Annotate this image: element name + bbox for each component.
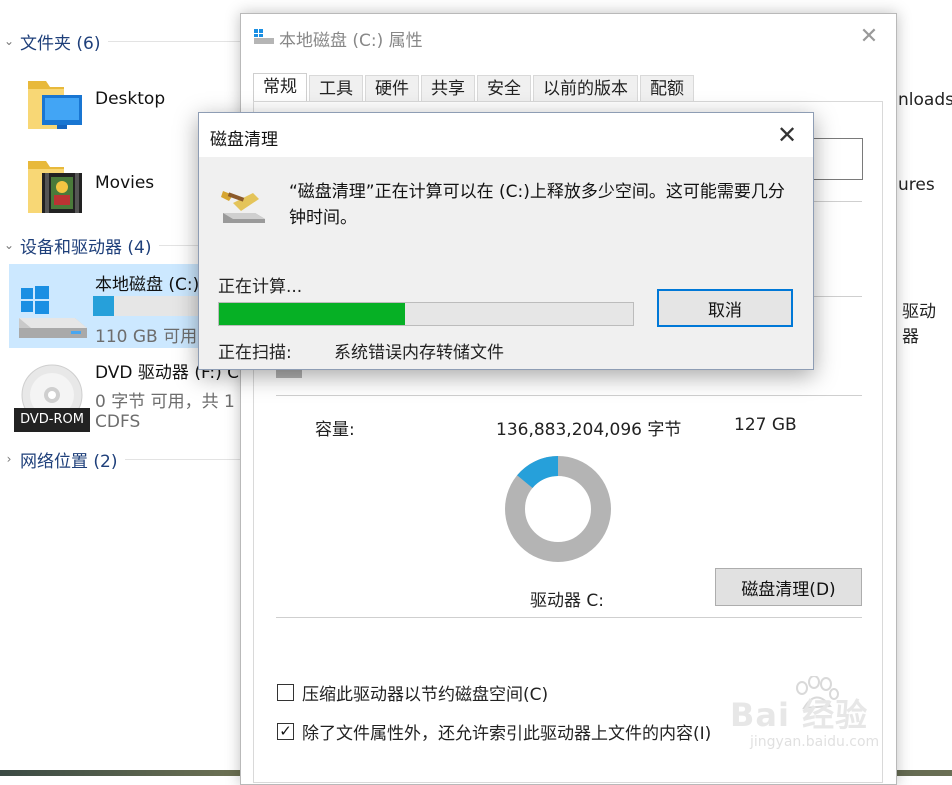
disk-cleanup-dialog: 磁盘清理 ✕ “磁盘清理”正在计算可以在 (C:)上释放多少空间。这可能需要几分… xyxy=(198,112,814,370)
scanning-label: 正在扫描: xyxy=(218,343,292,363)
disk-cleanup-icon xyxy=(221,191,265,223)
allow-index-label[interactable]: 除了文件属性外，还允许索引此驱动器上文件的内容(I) xyxy=(302,719,711,744)
dialog-message: “磁盘清理”正在计算可以在 (C:)上释放多少空间。这可能需要几分钟时间。 xyxy=(289,182,785,228)
watermark-text: Bai 经验 xyxy=(730,696,869,734)
tab-previous-versions[interactable]: 以前的版本 xyxy=(533,75,638,102)
tab-sharing[interactable]: 共享 xyxy=(421,75,475,102)
disk-usage-donut xyxy=(505,456,611,562)
tab-tools[interactable]: 工具 xyxy=(309,75,363,102)
capacity-bytes: 136,883,204,096 字节 xyxy=(496,420,682,440)
compress-drive-label[interactable]: 压缩此驱动器以节约磁盘空间(C) xyxy=(302,680,548,705)
drive-label-input[interactable] xyxy=(809,138,863,180)
group-label-network: 网络位置 (2) xyxy=(20,451,118,472)
partial-label-pictures: ures xyxy=(898,175,935,195)
scanning-item: 系统错误内存转储文件 xyxy=(334,343,504,363)
baidu-watermark: Bai 经验 jingyan.baidu.com xyxy=(730,676,945,756)
cleanup-progress-bar xyxy=(218,302,634,326)
disk-cleanup-button[interactable]: 磁盘清理(D) xyxy=(715,568,862,606)
drive-free-space: 110 GB 可用 xyxy=(95,327,198,347)
drive-filesystem: CDFS xyxy=(95,412,141,432)
progress-fill xyxy=(219,303,406,325)
chevron-down-icon[interactable]: ⌄ xyxy=(0,34,18,48)
movies-folder-icon xyxy=(28,161,82,213)
drive-usage-fill xyxy=(93,296,114,316)
chevron-right-icon[interactable]: › xyxy=(0,452,18,466)
watermark-url: jingyan.baidu.com xyxy=(750,734,880,750)
tab-general[interactable]: 常规 xyxy=(253,73,307,103)
group-divider xyxy=(125,458,240,460)
divider xyxy=(276,395,862,396)
drive-name: 本地磁盘 (C:) xyxy=(95,275,200,295)
partial-label-drive: 驱动器 xyxy=(902,302,936,347)
group-header-network[interactable]: › 网络位置 (2) xyxy=(0,447,240,472)
cancel-button[interactable]: 取消 xyxy=(657,289,793,327)
windows-drive-icon xyxy=(19,286,87,338)
compress-drive-checkbox[interactable] xyxy=(277,684,294,701)
folder-name: Movies xyxy=(95,173,155,193)
close-icon[interactable]: ✕ xyxy=(854,22,884,52)
dialog-titlebar: 磁盘清理 ✕ xyxy=(199,113,813,157)
capacity-label: 容量: xyxy=(315,420,355,440)
group-divider xyxy=(108,40,240,42)
tab-strip: 常规 工具 硬件 共享 安全 以前的版本 配额 xyxy=(253,73,696,103)
dvd-rom-badge: DVD-ROM xyxy=(14,408,90,432)
dialog-title: 磁盘清理 xyxy=(210,130,278,150)
group-header-folders[interactable]: ⌄ 文件夹 (6) xyxy=(0,29,240,54)
tab-hardware[interactable]: 硬件 xyxy=(365,75,419,102)
calculating-status: 正在计算... xyxy=(218,277,303,297)
tab-security[interactable]: 安全 xyxy=(477,75,531,102)
partial-label-downloads: nloads xyxy=(898,90,952,110)
drive-letter-label: 驱动器 C: xyxy=(530,591,605,611)
group-label-devices: 设备和驱动器 (4) xyxy=(20,237,152,258)
close-icon[interactable]: ✕ xyxy=(771,119,803,151)
allow-index-checkbox[interactable]: ✓ xyxy=(277,723,294,740)
capacity-gb: 127 GB xyxy=(734,415,797,435)
window-title: 本地磁盘 (C:) 属性 xyxy=(279,31,423,51)
drive-free-space: 0 字节 可用，共 1 xyxy=(95,392,235,412)
drive-small-icon xyxy=(254,29,274,44)
folder-name: Desktop xyxy=(95,89,166,109)
chevron-down-icon[interactable]: ⌄ xyxy=(0,238,18,252)
desktop-folder-icon xyxy=(28,81,82,129)
tab-quota[interactable]: 配额 xyxy=(640,75,694,102)
free-space-swatch xyxy=(276,370,302,378)
group-label-folders: 文件夹 (6) xyxy=(20,33,101,54)
divider xyxy=(276,617,862,618)
